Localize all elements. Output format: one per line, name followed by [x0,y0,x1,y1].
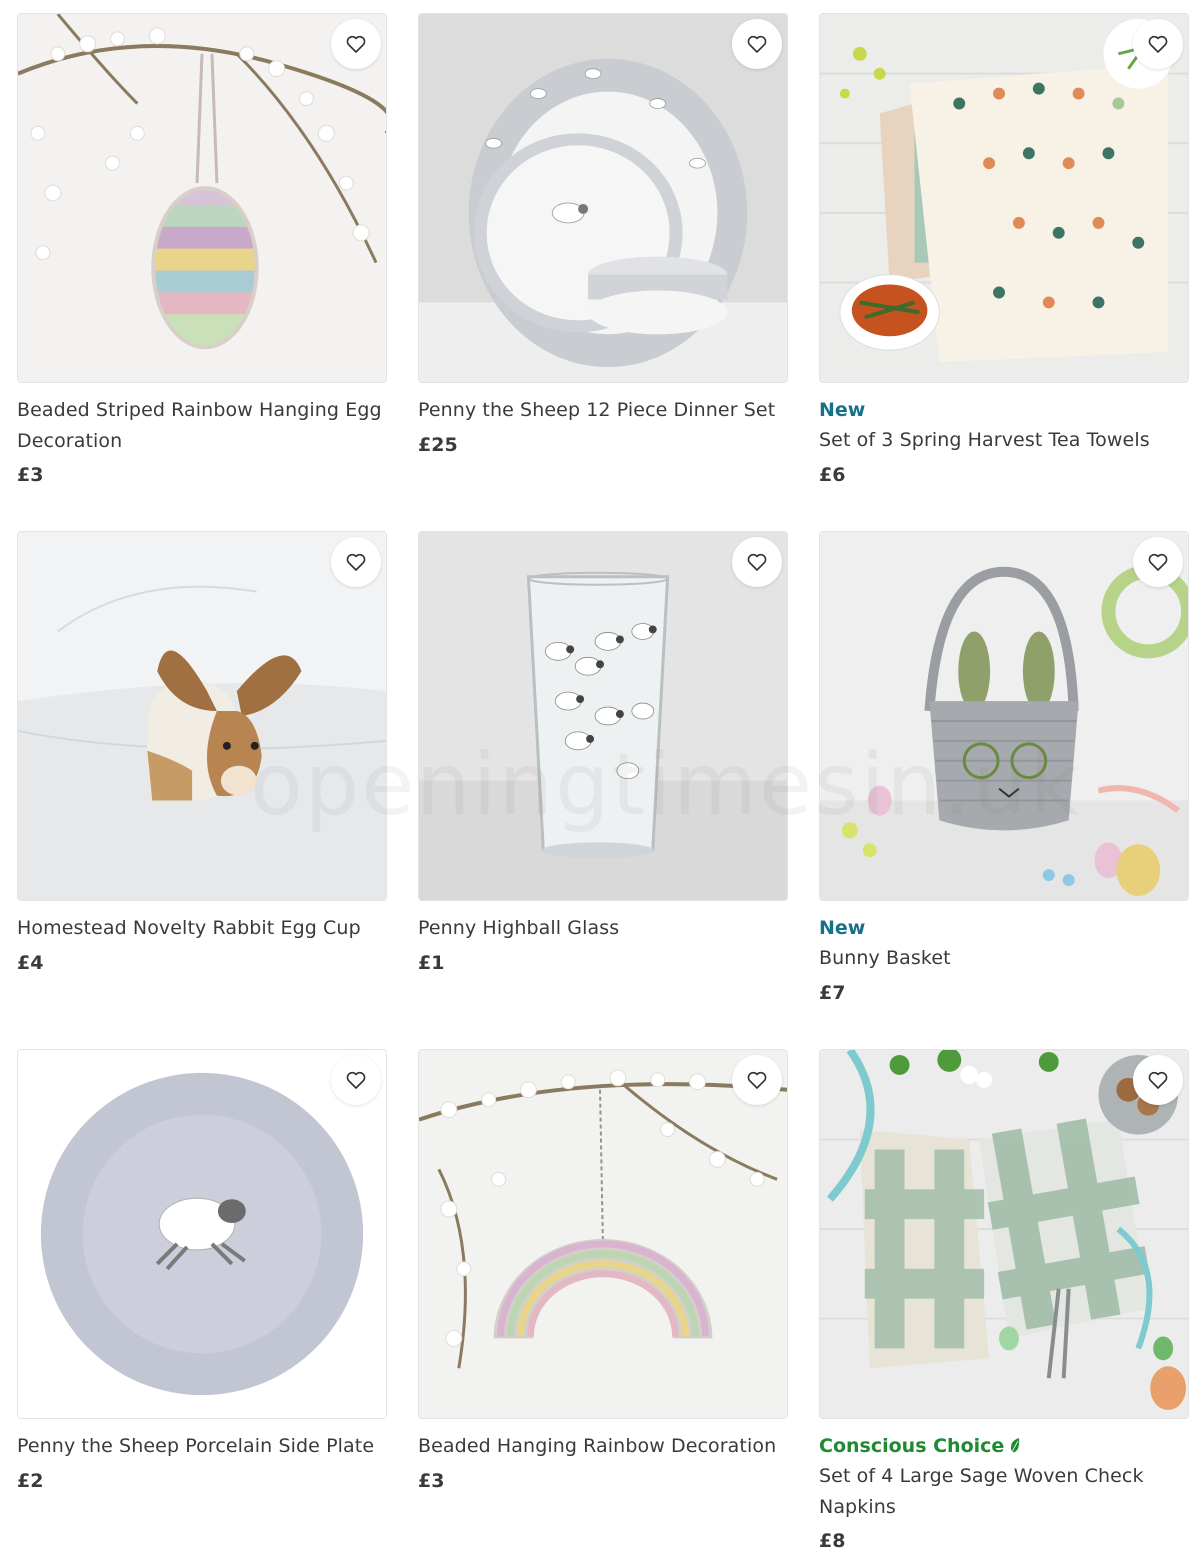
favourite-button[interactable] [732,19,782,69]
conscious-choice-label: Conscious Choice [819,1435,1005,1457]
tea-towels-image[interactable] [819,13,1189,383]
new-badge: New [819,399,866,421]
product-price: £8 [819,1530,846,1552]
heart-outline-icon [1148,35,1168,53]
product-price: £3 [418,1469,445,1492]
product-card[interactable]: Penny the Sheep Porcelain Side Plate £2 [17,1049,387,1564]
rabbit-egg-cup-image[interactable] [17,531,387,901]
product-title[interactable]: Set of 4 Large Sage Woven Check Napkins [819,1461,1189,1522]
sheep-side-plate-image[interactable] [17,1049,387,1419]
favourite-button[interactable] [732,1055,782,1105]
product-card[interactable]: Homestead Novelty Rabbit Egg Cup £4 [17,531,387,1049]
favourite-button[interactable] [331,537,381,587]
favourite-button[interactable] [1133,19,1183,69]
product-price: £25 [418,433,458,456]
heart-outline-icon [747,35,767,53]
heart-outline-icon [1148,553,1168,571]
favourite-button[interactable] [331,19,381,69]
product-title[interactable]: Beaded Hanging Rainbow Decoration [418,1431,788,1462]
product-price: £6 [819,463,846,486]
product-card[interactable]: Beaded Hanging Rainbow Decoration £3 [418,1049,788,1564]
product-card[interactable]: Conscious Choice Set of 4 Large Sage Wov… [819,1049,1189,1564]
product-title[interactable]: Homestead Novelty Rabbit Egg Cup [17,913,387,944]
beaded-egg-image[interactable] [17,13,387,383]
heart-outline-icon [747,553,767,571]
product-title[interactable]: Penny the Sheep Porcelain Side Plate [17,1431,387,1462]
heart-outline-icon [1148,1071,1168,1089]
rainbow-decoration-image[interactable] [418,1049,788,1419]
product-price: £2 [17,1469,44,1492]
product-card[interactable]: New Bunny Basket £7 [819,531,1189,1049]
product-price: £3 [17,464,44,486]
product-card[interactable]: Penny Highball Glass £1 [418,531,788,1049]
product-price: £4 [17,951,44,974]
product-card[interactable]: New Set of 3 Spring Harvest Tea Towels £… [819,13,1189,531]
product-title[interactable]: Beaded Striped Rainbow Hanging Egg Decor… [17,395,387,456]
conscious-choice-badge: Conscious Choice [819,1431,1189,1461]
highball-glass-image[interactable] [418,531,788,901]
product-price: £7 [819,981,846,1004]
product-price: £1 [418,951,445,974]
favourite-button[interactable] [1133,537,1183,587]
product-title[interactable]: Set of 3 Spring Harvest Tea Towels [819,425,1189,456]
sage-napkins-image[interactable] [819,1049,1189,1419]
heart-outline-icon [346,1071,366,1089]
favourite-button[interactable] [1133,1055,1183,1105]
product-title[interactable]: Bunny Basket [819,943,1189,974]
product-card[interactable]: Penny the Sheep 12 Piece Dinner Set £25 [418,13,788,531]
heart-outline-icon [346,553,366,571]
leaf-icon [1011,1438,1020,1453]
product-grid: Beaded Striped Rainbow Hanging Egg Decor… [17,13,1189,1564]
sheep-dinner-set-image[interactable] [418,13,788,383]
favourite-button[interactable] [331,1055,381,1105]
heart-outline-icon [346,35,366,53]
product-card[interactable]: Beaded Striped Rainbow Hanging Egg Decor… [17,13,387,531]
product-title[interactable]: Penny the Sheep 12 Piece Dinner Set [418,395,788,426]
product-title[interactable]: Penny Highball Glass [418,913,788,944]
heart-outline-icon [747,1071,767,1089]
favourite-button[interactable] [732,537,782,587]
bunny-basket-image[interactable] [819,531,1189,901]
new-badge: New [819,917,866,939]
